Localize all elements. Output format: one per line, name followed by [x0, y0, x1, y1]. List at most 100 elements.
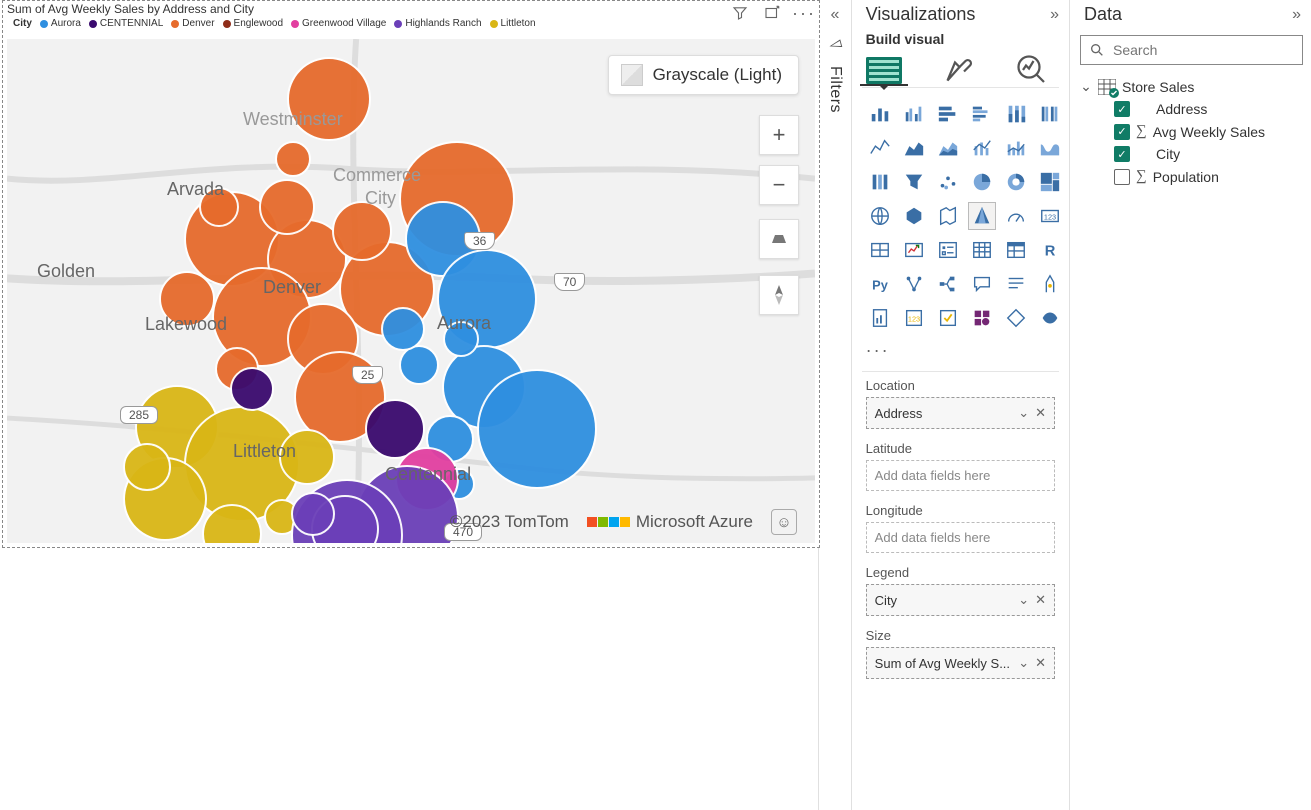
map-bubble[interactable]: [291, 492, 335, 536]
viz-donut[interactable]: [1002, 168, 1030, 196]
data-search[interactable]: [1080, 35, 1303, 65]
map-bubble[interactable]: [123, 443, 171, 491]
map-bubble[interactable]: [259, 179, 315, 235]
viz-sb100[interactable]: [1002, 100, 1030, 128]
map-visual[interactable]: Sum of Avg Weekly Sales by Address and C…: [2, 0, 820, 548]
legend-item[interactable]: Highlands Ranch: [394, 18, 481, 29]
map-style-selector[interactable]: Grayscale (Light): [608, 55, 799, 95]
viz-pauto[interactable]: [934, 304, 962, 332]
zoom-in-button[interactable]: +: [759, 115, 799, 155]
remove-icon[interactable]: ✕: [1035, 592, 1046, 608]
viz-qa[interactable]: [968, 270, 996, 298]
viz-py[interactable]: Py: [866, 270, 894, 298]
legend-item[interactable]: Denver: [171, 18, 214, 29]
viz-lc2[interactable]: [1002, 134, 1030, 162]
viz-shape[interactable]: [934, 202, 962, 230]
viz-kdi[interactable]: [900, 270, 928, 298]
viz-tree[interactable]: [1036, 168, 1064, 196]
map-bubble[interactable]: [399, 345, 439, 385]
map-bubble[interactable]: [159, 271, 215, 327]
report-canvas[interactable]: Sum of Avg Weekly Sales by Address and C…: [0, 0, 818, 810]
map-bubble[interactable]: [275, 141, 311, 177]
viz-mrow[interactable]: [866, 236, 894, 264]
map-bubble[interactable]: [287, 57, 371, 141]
map-bubble[interactable]: [230, 367, 274, 411]
legend-item[interactable]: CENTENNIAL: [89, 18, 163, 29]
field-avg-weekly-sales[interactable]: ✓∑Avg Weekly Sales: [1080, 120, 1303, 143]
viz-papp[interactable]: [968, 304, 996, 332]
chevron-down-icon[interactable]: ⌄: [1018, 405, 1029, 421]
focus-mode-icon[interactable]: [763, 4, 781, 22]
azure-map[interactable]: WestminsterCommerceCityArvadaGoldenDenve…: [7, 39, 815, 543]
search-input[interactable]: [1113, 42, 1294, 58]
checkbox[interactable]: ✓: [1114, 101, 1130, 117]
checkbox[interactable]: [1114, 169, 1130, 185]
viz-r[interactable]: R: [1036, 236, 1064, 264]
field-population[interactable]: ∑Population: [1080, 165, 1303, 188]
viz-gauge[interactable]: [1002, 202, 1030, 230]
remove-icon[interactable]: ✕: [1035, 655, 1046, 671]
viz-cbar[interactable]: [900, 100, 928, 128]
build-visual-tab[interactable]: [866, 55, 902, 85]
viz-scatter[interactable]: [934, 168, 962, 196]
well-longitude[interactable]: Add data fields here: [866, 522, 1055, 553]
chevron-down-icon[interactable]: ⌄: [1018, 655, 1029, 671]
viz-col[interactable]: [866, 168, 894, 196]
viz-area[interactable]: [900, 134, 928, 162]
well-location[interactable]: Address⌄✕: [866, 397, 1055, 429]
chevron-down-icon[interactable]: ⌄: [1018, 592, 1029, 608]
viz-pv2[interactable]: [1036, 304, 1064, 332]
collapse-visualizations-icon[interactable]: »: [1050, 6, 1059, 24]
map-bubble[interactable]: [443, 321, 479, 357]
viz-card[interactable]: 123: [1036, 202, 1064, 230]
legend-item[interactable]: Greenwood Village: [291, 18, 386, 29]
expand-filters-icon[interactable]: «: [830, 6, 839, 24]
viz-pie[interactable]: [968, 168, 996, 196]
viz-narr[interactable]: [1002, 270, 1030, 298]
map-bubble[interactable]: [332, 201, 392, 261]
zoom-out-button[interactable]: −: [759, 165, 799, 205]
well-latitude[interactable]: Add data fields here: [866, 460, 1055, 491]
viz-pscore[interactable]: 123: [900, 304, 928, 332]
well-size[interactable]: Sum of Avg Weekly S...⌄✕: [866, 647, 1055, 679]
viz-decomp[interactable]: [934, 270, 962, 298]
viz-kpi[interactable]: [900, 236, 928, 264]
field-address[interactable]: ✓Address: [1080, 98, 1303, 120]
viz-sbar[interactable]: [866, 100, 894, 128]
filter-icon[interactable]: [731, 4, 749, 22]
legend-item[interactable]: Englewood: [223, 18, 283, 29]
remove-icon[interactable]: ✕: [1035, 405, 1046, 421]
viz-cbh[interactable]: [968, 100, 996, 128]
well-legend[interactable]: City⌄✕: [866, 584, 1055, 616]
legend-item[interactable]: Littleton: [490, 18, 536, 29]
pitch-button[interactable]: [759, 219, 799, 259]
viz-fmap[interactable]: [900, 202, 928, 230]
viz-map[interactable]: [866, 202, 894, 230]
viz-ribbon[interactable]: [1036, 134, 1064, 162]
viz-table[interactable]: [968, 236, 996, 264]
compass-button[interactable]: [759, 275, 799, 315]
map-bubble[interactable]: [279, 429, 335, 485]
more-visuals-button[interactable]: ···: [852, 338, 1069, 369]
viz-goals[interactable]: [1036, 270, 1064, 298]
checkbox[interactable]: ✓: [1114, 146, 1130, 162]
viz-pv1[interactable]: [1002, 304, 1030, 332]
viz-sbh[interactable]: [934, 100, 962, 128]
viz-prpt[interactable]: [866, 304, 894, 332]
viz-lc[interactable]: [968, 134, 996, 162]
viz-matrix[interactable]: [1002, 236, 1030, 264]
filters-pane-collapsed[interactable]: « ◅ Filters: [818, 0, 851, 810]
table-store-sales[interactable]: ⌄ Store Sales: [1080, 75, 1303, 98]
analytics-tab[interactable]: [1014, 55, 1050, 85]
viz-azmap[interactable]: [968, 202, 996, 230]
viz-line[interactable]: [866, 134, 894, 162]
format-visual-tab[interactable]: [940, 55, 976, 85]
more-options-icon[interactable]: ···: [795, 4, 813, 22]
viz-funnel[interactable]: [900, 168, 928, 196]
map-bubble[interactable]: [381, 307, 425, 351]
field-city[interactable]: ✓City: [1080, 143, 1303, 165]
checkbox[interactable]: ✓: [1114, 124, 1130, 140]
collapse-data-icon[interactable]: »: [1292, 6, 1301, 24]
legend-item[interactable]: Aurora: [40, 18, 81, 29]
viz-sarea[interactable]: [934, 134, 962, 162]
